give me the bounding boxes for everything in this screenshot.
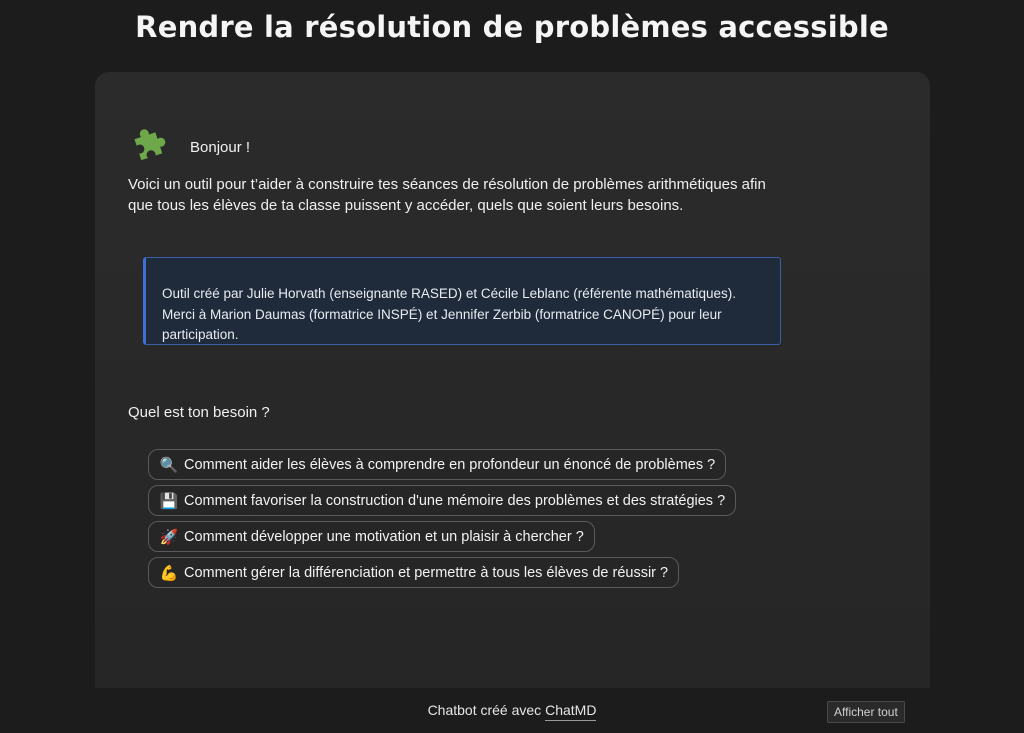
choice-label: Comment développer une motivation et un … (184, 528, 584, 545)
choice-button-memory-strategies[interactable]: 💾 Comment favoriser la construction d'un… (148, 485, 737, 516)
puzzle-piece-icon (128, 124, 170, 166)
choice-list: 🔍 Comment aider les élèves à comprendre … (148, 449, 737, 588)
rocket-icon: 🚀 (159, 528, 179, 546)
bot-greeting: Bonjour ! (190, 139, 251, 156)
choice-label: Comment aider les élèves à comprendre en… (184, 456, 716, 473)
choice-label: Comment gérer la différenciation et perm… (184, 564, 669, 581)
footer-prefix: Chatbot créé avec (427, 702, 546, 718)
credits-box: Outil créé par Julie Horvath (enseignant… (143, 257, 781, 345)
magnifying-glass-icon: 🔍 (159, 456, 179, 474)
show-all-button[interactable]: Afficher tout (827, 701, 905, 723)
page-title: Rendre la résolution de problèmes access… (135, 10, 889, 44)
choice-label: Comment favoriser la construction d'une … (184, 492, 726, 509)
chatmd-link[interactable]: ChatMD (545, 702, 597, 721)
need-question: Quel est ton besoin ? (128, 404, 270, 421)
chat-panel: Bonjour ! Voici un outil pour t’aider à … (95, 72, 930, 688)
choice-button-understand-statement[interactable]: 🔍 Comment aider les élèves à comprendre … (148, 449, 727, 480)
flexed-biceps-icon: 💪 (159, 564, 179, 582)
choice-button-differentiation[interactable]: 💪 Comment gérer la différenciation et pe… (148, 557, 680, 588)
choice-button-motivation[interactable]: 🚀 Comment développer une motivation et u… (148, 521, 595, 552)
floppy-disk-icon: 💾 (159, 492, 179, 510)
page: Rendre la résolution de problèmes access… (0, 0, 1024, 733)
bot-intro-message: Voici un outil pour t’aider à construire… (128, 176, 766, 214)
footer: Chatbot créé avec ChatMD Afficher tout (0, 688, 1024, 733)
credits-text: Outil créé par Julie Horvath (enseignant… (162, 286, 737, 342)
